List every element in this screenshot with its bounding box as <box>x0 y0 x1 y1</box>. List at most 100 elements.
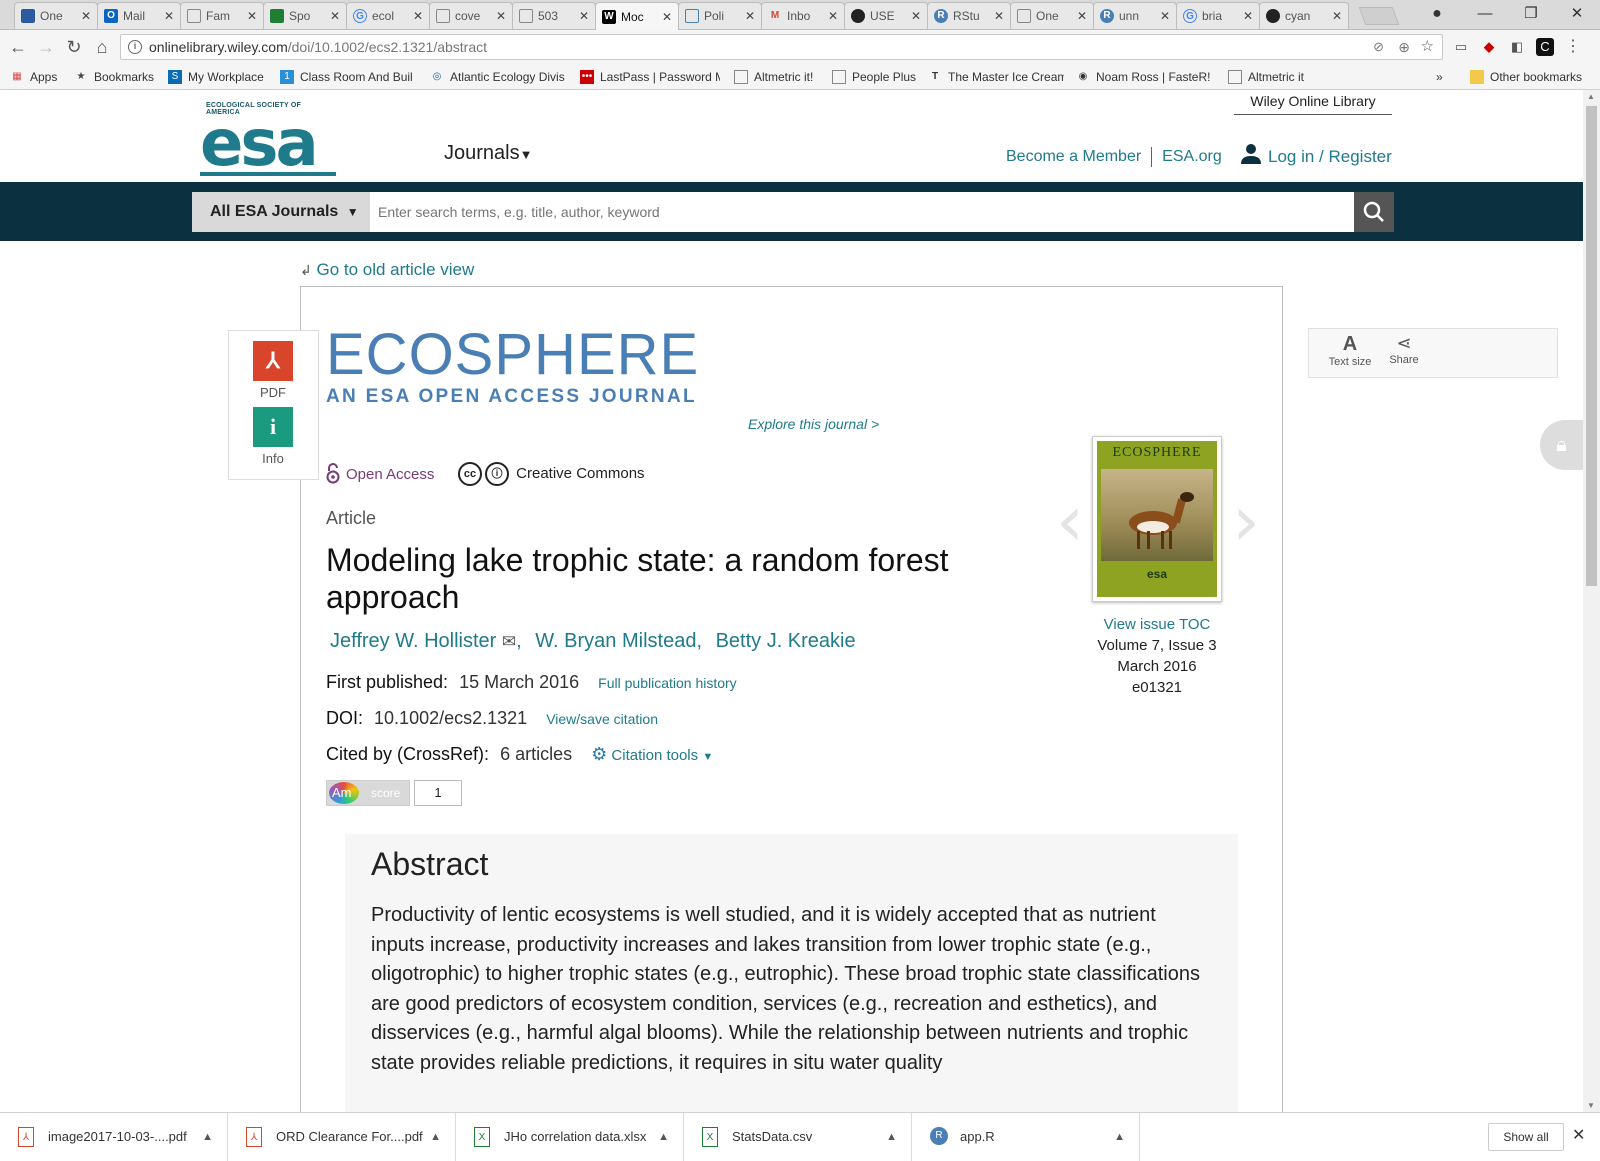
explore-journal-link[interactable]: Explore this journal > <box>748 416 879 432</box>
extension-icon[interactable]: ◧ <box>1508 38 1526 56</box>
close-icon[interactable]: ✕ <box>660 10 674 24</box>
chevron-up-icon[interactable]: ▲ <box>1114 1113 1125 1161</box>
bookmark-apps[interactable]: ▦ Apps <box>10 68 66 86</box>
old-article-view-link[interactable]: ↲ Go to old article view <box>300 260 474 280</box>
journals-menu[interactable]: Journals▼ <box>444 142 532 165</box>
close-icon[interactable]: ✕ <box>1330 9 1344 23</box>
browser-tab[interactable]: One ✕ <box>14 2 98 29</box>
ecosphere-logo[interactable]: ECOSPHERE AN ESA OPEN ACCESS JOURNAL <box>326 326 706 408</box>
search-scope-dropdown[interactable]: All ESA Journals ▼ <box>192 192 370 232</box>
close-window-button[interactable]: ✕ <box>1556 0 1598 30</box>
bookmark-noam-ross[interactable]: ◉ Noam Ross | FasteR! <box>1076 68 1216 86</box>
download-item[interactable]: X StatsData.csv ▲ <box>684 1113 912 1161</box>
view-issue-toc-link[interactable]: View issue TOC <box>1074 614 1240 635</box>
citation-tools-menu[interactable]: ⚙ Citation tools ▼ <box>591 744 713 764</box>
esa-logo[interactable]: ECOLOGICAL SOCIETY OF AMERICA esa <box>200 102 336 176</box>
chevron-up-icon[interactable]: ▲ <box>202 1113 213 1161</box>
browser-tab[interactable]: cyan ✕ <box>1259 2 1349 29</box>
forward-icon[interactable]: → <box>34 35 58 59</box>
browser-tab[interactable]: cove ✕ <box>429 2 513 29</box>
bookmarks-overflow[interactable]: » <box>1436 68 1456 86</box>
download-item[interactable]: ⅄ image2017-10-03-....pdf ▲ <box>0 1113 228 1161</box>
search-input[interactable] <box>370 192 1354 232</box>
reload-icon[interactable]: ↻ <box>62 35 86 59</box>
browser-tab[interactable]: M Inbo ✕ <box>761 2 845 29</box>
close-icon[interactable]: ✕ <box>1075 9 1089 23</box>
info-button[interactable]: i Info <box>253 407 293 466</box>
scroll-down-icon[interactable]: ▼ <box>1587 1101 1595 1110</box>
bookmark-bookmarks[interactable]: ★ Bookmarks <box>74 68 164 86</box>
site-info-icon[interactable]: i <box>128 40 142 54</box>
bookmark-altmetric[interactable]: Altmetric it! <box>734 68 824 86</box>
close-icon[interactable]: ✕ <box>992 9 1006 23</box>
author-link[interactable]: Jeffrey W. Hollister <box>330 630 496 652</box>
author-link[interactable]: Betty J. Kreakie <box>716 630 856 652</box>
share-button[interactable]: ⋖ Share <box>1379 333 1429 366</box>
close-icon[interactable]: ✕ <box>743 9 757 23</box>
page-scrollbar[interactable]: ▲ ▼ <box>1583 90 1600 1112</box>
close-icon[interactable]: ✕ <box>909 9 923 23</box>
restore-button[interactable]: ❐ <box>1510 0 1552 30</box>
bookmark-lastpass[interactable]: ••• LastPass | Password M <box>580 68 720 86</box>
profile-icon[interactable]: ● <box>1416 0 1458 30</box>
bookmark-atlantic-ecology[interactable]: ◎ Atlantic Ecology Divis <box>430 68 570 86</box>
cited-by-count[interactable]: 6 articles <box>500 744 572 764</box>
close-icon[interactable]: ✕ <box>494 9 508 23</box>
text-size-button[interactable]: A Text size <box>1325 333 1375 368</box>
browser-tab[interactable]: Spo ✕ <box>263 2 347 29</box>
extension-c-icon[interactable]: C <box>1536 38 1554 56</box>
browser-tab-active[interactable]: W Moc ✕ <box>595 2 679 30</box>
browser-tab[interactable]: R RStu ✕ <box>927 2 1011 29</box>
creative-commons-link[interactable]: cc ⓘ Creative Commons <box>458 462 645 486</box>
browser-tab[interactable]: Gecol ✕ <box>346 2 430 29</box>
bookmark-my-workplace[interactable]: S My Workplace <box>168 68 272 86</box>
browser-tab[interactable]: One ✕ <box>1010 2 1094 29</box>
browser-tab[interactable]: Fam ✕ <box>180 2 264 29</box>
wiley-online-library-link[interactable]: Wiley Online Library <box>1234 91 1392 115</box>
close-icon[interactable]: ✕ <box>577 9 591 23</box>
chevron-up-icon[interactable]: ▲ <box>658 1113 669 1161</box>
other-bookmarks[interactable]: Other bookmarks <box>1470 68 1600 86</box>
bookmark-people-plus[interactable]: People Plus <box>832 68 922 86</box>
close-icon[interactable]: ✕ <box>245 9 259 23</box>
browser-tab[interactable]: USE ✕ <box>844 2 928 29</box>
new-tab-button[interactable] <box>1358 7 1400 25</box>
scrollbar-thumb[interactable] <box>1586 106 1597 586</box>
publication-history-link[interactable]: Full publication history <box>598 675 737 691</box>
browser-tab[interactable]: Runn ✕ <box>1093 2 1177 29</box>
minimize-button[interactable]: — <box>1464 0 1506 30</box>
bookmark-altmetric-it[interactable]: Altmetric it <box>1228 68 1328 86</box>
close-icon[interactable]: ✕ <box>1241 9 1255 23</box>
close-icon[interactable]: ✕ <box>328 9 342 23</box>
close-icon[interactable]: ✕ <box>411 9 425 23</box>
chevron-up-icon[interactable]: ▲ <box>886 1113 897 1161</box>
close-icon[interactable]: ✕ <box>162 9 176 23</box>
author-link[interactable]: W. Bryan Milstead, <box>535 630 702 652</box>
close-downloads-icon[interactable]: ✕ <box>1572 1125 1585 1145</box>
bookmark-class-room[interactable]: 1 Class Room And Buil <box>280 68 420 86</box>
menu-icon[interactable]: ⋮ <box>1564 38 1582 56</box>
email-icon[interactable]: ✉ <box>502 632 516 651</box>
show-all-button[interactable]: Show all <box>1488 1123 1564 1151</box>
esa-org-link[interactable]: ESA.org <box>1162 148 1222 165</box>
scroll-up-icon[interactable]: ▲ <box>1587 92 1595 101</box>
blocked-icon[interactable]: ⊘ <box>1373 35 1384 59</box>
browser-tab[interactable]: Gbria ✕ <box>1176 2 1260 29</box>
download-item[interactable]: X JHo correlation data.xlsx ▲ <box>456 1113 684 1161</box>
view-citation-link[interactable]: View/save citation <box>546 711 658 727</box>
close-icon[interactable]: ✕ <box>79 9 93 23</box>
home-icon[interactable]: ⌂ <box>90 35 114 59</box>
bookmark-star-icon[interactable]: ☆ <box>1421 35 1434 59</box>
download-item[interactable]: Rapp.R ▲ <box>912 1113 1140 1161</box>
issue-cover-image[interactable]: ECOSPHERE esa <box>1092 436 1222 602</box>
ublock-icon[interactable]: ◆ <box>1480 38 1498 56</box>
pdf-button[interactable]: ⅄ PDF <box>253 341 293 400</box>
carousel-next-icon[interactable]: › <box>1232 480 1260 562</box>
become-member-link[interactable]: Become a Member <box>1006 148 1141 165</box>
back-icon[interactable]: ← <box>6 35 30 59</box>
carousel-prev-icon[interactable]: ‹ <box>1056 480 1084 562</box>
search-button[interactable] <box>1354 192 1394 232</box>
close-icon[interactable]: ✕ <box>826 9 840 23</box>
close-icon[interactable]: ✕ <box>1158 9 1172 23</box>
zoom-icon[interactable]: ⊕ <box>1398 35 1410 59</box>
